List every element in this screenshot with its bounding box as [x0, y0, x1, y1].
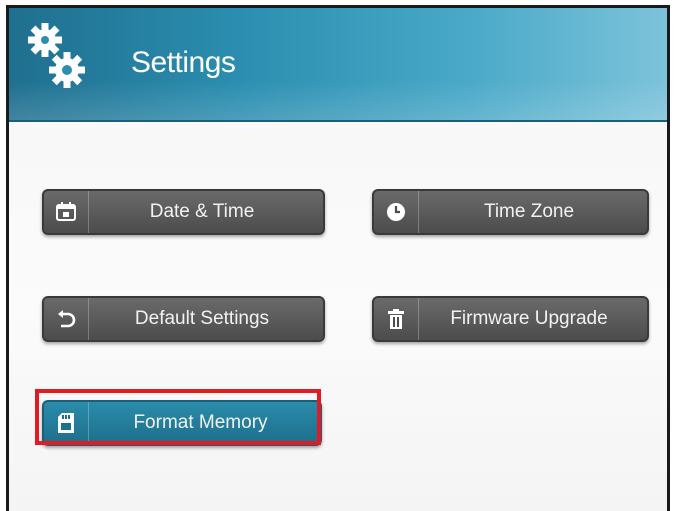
firmware-upgrade-button[interactable]: Firmware Upgrade — [372, 296, 649, 342]
trash-icon — [374, 298, 419, 340]
time-zone-label: Time Zone — [483, 201, 575, 222]
undo-icon — [44, 298, 89, 340]
date-time-label: Date & Time — [149, 201, 255, 222]
default-settings-button[interactable]: Default Settings — [42, 296, 325, 342]
calendar-icon — [44, 191, 89, 233]
default-settings-label: Default Settings — [134, 308, 270, 329]
selection-highlight — [35, 389, 321, 445]
firmware-upgrade-label: Firmware Upgrade — [450, 308, 608, 329]
settings-header: Settings — [9, 8, 667, 122]
gears-icon — [28, 23, 85, 88]
time-zone-button[interactable]: Time Zone — [372, 189, 649, 235]
clock-icon — [374, 191, 419, 233]
date-time-button[interactable]: Date & Time — [42, 189, 325, 235]
page-title: Settings — [131, 46, 236, 79]
